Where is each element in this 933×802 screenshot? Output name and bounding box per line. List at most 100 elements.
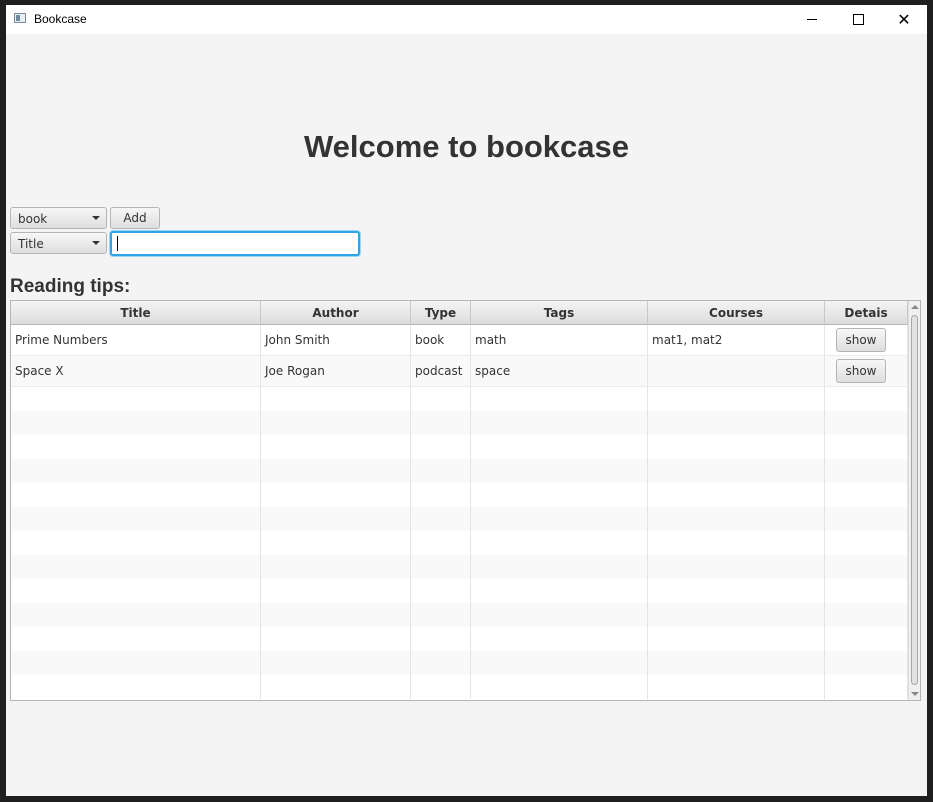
maximize-button[interactable]	[835, 5, 881, 34]
empty-cell	[411, 555, 471, 579]
empty-table-row	[11, 387, 908, 411]
empty-cell	[471, 651, 648, 675]
column-header-details[interactable]: Detais	[825, 301, 908, 325]
page-title: Welcome to bookcase	[303, 129, 630, 164]
empty-cell	[648, 435, 825, 459]
table-header: Title Author Type Tags Courses Detais	[11, 301, 908, 325]
empty-cell	[471, 531, 648, 555]
empty-cell	[648, 387, 825, 411]
cell-tags: space	[471, 356, 648, 386]
empty-cell	[825, 627, 908, 651]
empty-cell	[411, 579, 471, 603]
empty-cell	[261, 675, 411, 699]
empty-cell	[471, 579, 648, 603]
cell-type: book	[411, 325, 471, 355]
empty-table-row	[11, 411, 908, 435]
empty-cell	[648, 627, 825, 651]
empty-table-row	[11, 603, 908, 627]
type-select-value: book	[18, 212, 48, 226]
table-row[interactable]: Prime Numbers John Smith book math mat1, mat…	[11, 325, 908, 356]
field-select[interactable]: Title	[10, 232, 107, 254]
empty-cell	[825, 507, 908, 531]
empty-cell	[261, 387, 411, 411]
empty-cell	[648, 603, 825, 627]
empty-cell	[411, 603, 471, 627]
chevron-down-icon	[92, 216, 100, 220]
empty-cell	[11, 627, 261, 651]
table-row[interactable]: Space X Joe Rogan podcast space show	[11, 356, 908, 387]
empty-cell	[411, 651, 471, 675]
chevron-down-icon	[92, 241, 100, 245]
empty-cell	[11, 507, 261, 531]
empty-cell	[825, 603, 908, 627]
empty-table-row	[11, 459, 908, 483]
empty-cell	[261, 459, 411, 483]
field-value-input[interactable]	[110, 231, 360, 256]
empty-table-row	[11, 483, 908, 507]
empty-table-row	[11, 675, 908, 699]
empty-cell	[471, 411, 648, 435]
empty-cell	[11, 603, 261, 627]
column-header-type[interactable]: Type	[411, 301, 471, 325]
column-header-title[interactable]: Title	[11, 301, 261, 325]
minimize-button[interactable]	[789, 5, 835, 34]
empty-cell	[411, 627, 471, 651]
cell-tags: math	[471, 325, 648, 355]
type-select[interactable]: book	[10, 207, 107, 229]
empty-cell	[471, 603, 648, 627]
empty-cell	[825, 459, 908, 483]
empty-cell	[11, 579, 261, 603]
empty-cell	[11, 459, 261, 483]
empty-cell	[648, 483, 825, 507]
cell-title: Space X	[11, 356, 261, 386]
show-details-button[interactable]: show	[836, 359, 886, 383]
cell-author: Joe Rogan	[261, 356, 411, 386]
empty-cell	[261, 507, 411, 531]
cell-details: show	[825, 356, 908, 386]
empty-cell	[648, 411, 825, 435]
section-title: Reading tips:	[10, 276, 131, 297]
empty-cell	[471, 387, 648, 411]
empty-cell	[825, 579, 908, 603]
empty-table-row	[11, 531, 908, 555]
empty-cell	[825, 411, 908, 435]
maximize-icon	[852, 14, 864, 25]
scroll-down-icon[interactable]	[911, 692, 919, 696]
add-button[interactable]: Add	[110, 207, 160, 229]
title-bar: Bookcase ✕	[6, 5, 927, 34]
empty-cell	[825, 531, 908, 555]
column-header-tags[interactable]: Tags	[471, 301, 648, 325]
empty-cell	[825, 387, 908, 411]
minimize-icon	[807, 19, 817, 20]
empty-cell	[411, 507, 471, 531]
empty-cell	[471, 507, 648, 531]
column-header-courses[interactable]: Courses	[648, 301, 825, 325]
empty-cell	[411, 531, 471, 555]
close-button[interactable]: ✕	[881, 5, 927, 34]
empty-cell	[261, 603, 411, 627]
empty-cell	[825, 483, 908, 507]
empty-cell	[11, 675, 261, 699]
empty-cell	[11, 483, 261, 507]
empty-cell	[471, 555, 648, 579]
vertical-scrollbar[interactable]	[908, 301, 920, 700]
column-header-author[interactable]: Author	[261, 301, 411, 325]
field-select-value: Title	[18, 237, 44, 251]
text-caret	[117, 236, 118, 251]
show-details-button[interactable]: show	[836, 328, 886, 352]
scrollbar-thumb[interactable]	[911, 315, 918, 685]
empty-cell	[261, 411, 411, 435]
empty-cell	[11, 387, 261, 411]
empty-table-row	[11, 579, 908, 603]
scroll-up-icon[interactable]	[911, 305, 919, 309]
empty-cell	[261, 483, 411, 507]
cell-courses	[648, 356, 825, 386]
empty-cell	[471, 483, 648, 507]
empty-cell	[825, 555, 908, 579]
empty-cell	[825, 675, 908, 699]
empty-cell	[411, 675, 471, 699]
empty-cell	[11, 555, 261, 579]
empty-cell	[411, 459, 471, 483]
empty-cell	[471, 627, 648, 651]
empty-table-row	[11, 435, 908, 459]
